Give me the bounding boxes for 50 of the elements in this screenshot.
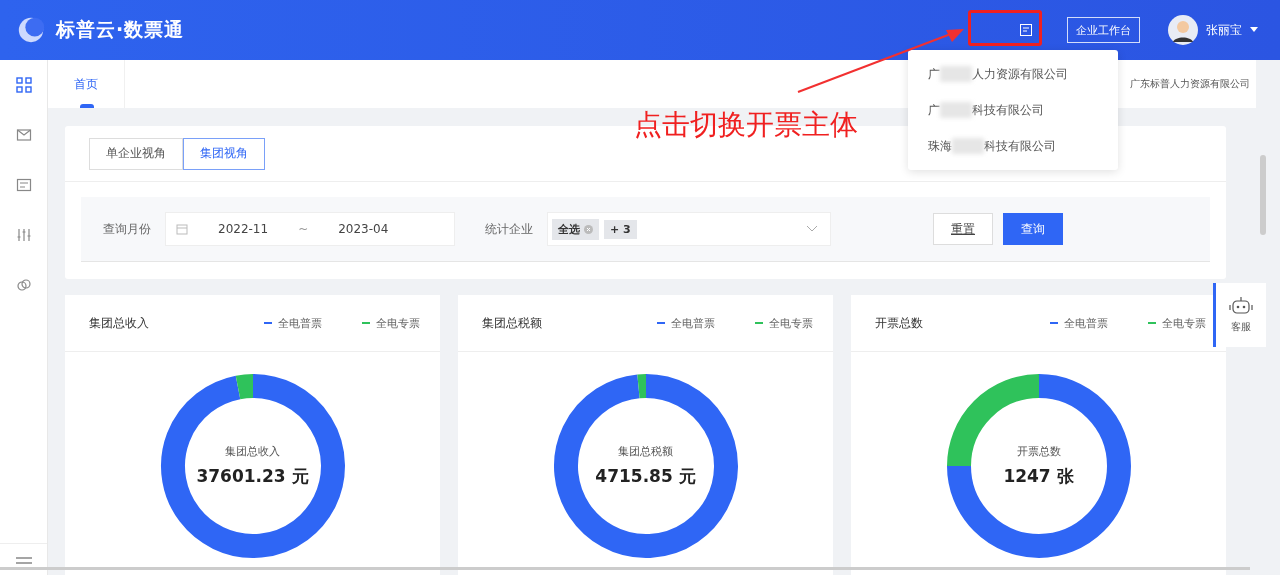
legend-label: 全电普票	[1064, 315, 1108, 331]
legend-label: 全电专票	[769, 315, 813, 331]
annotation-text: 点击切换开票主体	[634, 107, 858, 143]
query-button[interactable]: 查询	[1003, 213, 1063, 245]
sliders-icon[interactable]	[15, 227, 32, 243]
scrollbar[interactable]	[0, 567, 1250, 570]
document-icon	[1019, 23, 1033, 37]
company-label: 统计企业	[485, 220, 533, 238]
chevron-down-icon	[806, 225, 818, 233]
legend-label: 全电普票	[671, 315, 715, 331]
robot-icon	[1228, 296, 1254, 316]
caret-icon[interactable]	[1250, 27, 1258, 33]
home-tab[interactable]: 首页	[48, 60, 125, 108]
center-label: 集团总税额	[618, 444, 673, 459]
current-company: 广东标普人力资源有限公司	[1130, 77, 1250, 91]
close-icon[interactable]	[584, 224, 593, 234]
reset-button[interactable]: 重置	[933, 213, 993, 245]
card-title: 开票总数	[875, 314, 923, 332]
center-label: 开票总数	[1016, 444, 1061, 459]
view-tab[interactable]: 集团视角	[183, 137, 265, 170]
logo-icon	[16, 15, 46, 45]
view-tab[interactable]: 单企业视角	[89, 137, 183, 170]
card-icon[interactable]	[15, 177, 32, 193]
company-menu-item[interactable]: 珠海 科技有限公司	[908, 128, 1118, 164]
center-value: 1247 张	[1003, 465, 1074, 488]
legend-label: 全电专票	[1162, 315, 1206, 331]
card-title: 集团总收入	[89, 314, 149, 332]
service-button[interactable]: 客服	[1213, 283, 1266, 347]
grid-icon[interactable]	[15, 77, 32, 93]
envelope-icon[interactable]	[15, 127, 32, 143]
tag: 全选	[552, 218, 599, 240]
legend-label: 全电普票	[278, 315, 322, 331]
app-title: 标普云·数票通	[56, 17, 185, 42]
user-name[interactable]: 张丽宝	[1206, 21, 1242, 39]
company-select[interactable]: 全选 + 3	[547, 212, 831, 246]
company-menu-item[interactable]: 广 科技有限公司	[908, 92, 1118, 128]
center-value: 37601.23 元	[196, 465, 309, 488]
scrollbar[interactable]	[1260, 155, 1266, 235]
avatar-icon[interactable]	[1168, 15, 1198, 45]
legend-label: 全电专票	[376, 315, 420, 331]
center-label: 集团总收入	[225, 444, 280, 459]
card-title: 集团总税额	[482, 314, 542, 332]
workbench-button[interactable]: 企业工作台	[1067, 17, 1140, 43]
company-menu-item[interactable]: 广 人力资源有限公司	[908, 56, 1118, 92]
link-icon[interactable]	[15, 277, 32, 293]
month-label: 查询月份	[103, 220, 151, 238]
tag: + 3	[604, 219, 637, 239]
month-range-field[interactable]: 2022-11 ~ 2023-04	[165, 212, 455, 246]
center-value: 4715.85 元	[595, 465, 696, 488]
calendar-icon	[176, 223, 188, 235]
